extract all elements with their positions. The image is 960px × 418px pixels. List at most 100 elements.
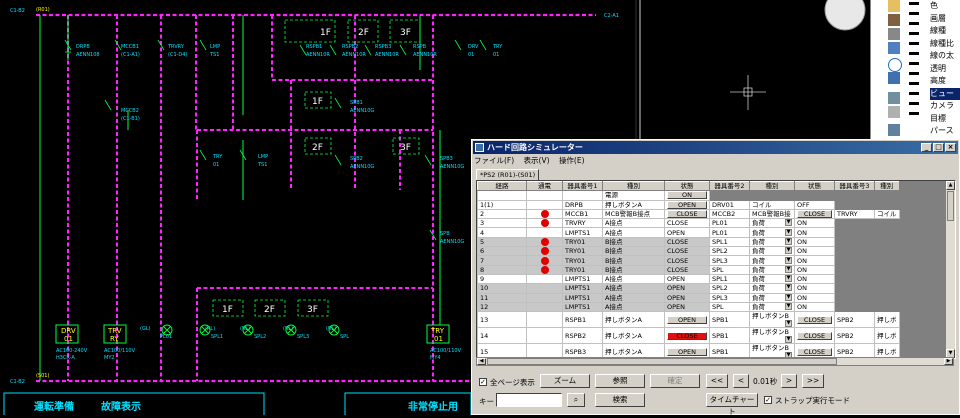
zoom-button[interactable]: ズーム [540, 374, 590, 388]
vertical-scrollbar[interactable]: ▲ ▼ [946, 181, 955, 358]
cell-kind2[interactable]: 負荷 ▼ [749, 255, 795, 266]
view-icon[interactable] [888, 92, 900, 104]
brush-icon[interactable] [888, 14, 900, 26]
grid-row[interactable]: 4 LMPTS1 A接点 OPEN PL01 負荷 ▼ ON [477, 227, 900, 238]
dropdown-arrow-icon[interactable]: ▼ [785, 320, 792, 327]
grid-row[interactable]: 6 TRY01 B接点 CLOSE SPL2 負荷 ▼ ON [477, 246, 900, 257]
prop-transparency[interactable]: 透明 [930, 63, 960, 76]
prop-color[interactable]: 色 [930, 0, 960, 13]
compass-icon[interactable] [888, 72, 900, 84]
prop-view[interactable]: ビュー [930, 87, 960, 100]
col-device3[interactable]: 器具番号3 [834, 181, 875, 192]
cell-kind2[interactable]: 負荷 ▼ [749, 273, 795, 285]
cell-kind2[interactable]: 負荷 ▼ [749, 301, 795, 313]
next-fast-button[interactable]: >> [802, 374, 824, 388]
maximize-button[interactable]: □ [933, 143, 944, 152]
cell-state1-button[interactable]: ON [667, 191, 707, 200]
dropdown-arrow-icon[interactable]: ▼ [785, 219, 792, 227]
cell-kind2[interactable]: 負荷 ▼ [749, 218, 795, 229]
prop-perspective[interactable]: パース [930, 125, 960, 138]
col-route[interactable]: 経路 [477, 181, 527, 192]
prop-camera[interactable]: カメラ [930, 100, 960, 113]
dropdown-arrow-icon[interactable]: ▼ [785, 275, 792, 283]
grid-row[interactable]: 10 LMPTS1 A接点 OPEN SPL2 負荷 ▼ ON [477, 283, 900, 294]
dropdown-arrow-icon[interactable]: ▼ [785, 247, 792, 255]
prop-linetype[interactable]: 線種 [930, 25, 960, 38]
col-state1[interactable]: 状態 [664, 181, 710, 192]
pen-icon[interactable] [888, 28, 900, 40]
grid-row[interactable]: 14 RSPB2 押しボタンA CLOSE SPB1 押しボタンB ▼ CLOSE SPB2 押し… [477, 327, 900, 345]
grid-row[interactable]: 13 RSPB1 押しボタンA OPEN SPB1 押しボタンB ▼ CLOSE SPB2 押しボ [477, 311, 900, 329]
scroll-thumb[interactable] [947, 191, 954, 221]
title-bar[interactable]: ハード回路シミュレーター _ □ × [473, 141, 958, 154]
prop-layer[interactable]: 画層 [930, 13, 960, 26]
grid-row[interactable]: 8 TRY01 B接点 CLOSE SPL 負荷 ▼ ON [477, 264, 900, 275]
cell-kind2[interactable]: 負荷 ▼ [749, 227, 795, 238]
cell-kind2[interactable]: 負荷 ▼ [749, 283, 795, 294]
col-device2[interactable]: 器具番号2 [709, 181, 750, 192]
grid-row[interactable]: 3 TRVRY A接点 CLOSE PL01 負荷 ▼ ON [477, 218, 900, 229]
cell-state2[interactable]: CLOSE [794, 327, 835, 345]
grid-row[interactable]: 2 MCCB1 MCB警報B接点 CLOSE MCCB2 MCB警報B接 CLOSE TRVR… [477, 208, 900, 220]
scroll-up-arrow-icon[interactable]: ▲ [946, 181, 955, 190]
cell-kind2[interactable]: 押しボタンB ▼ [749, 311, 795, 329]
col-energized[interactable]: 通電 [526, 181, 563, 192]
cell-state1-button[interactable]: OPEN [667, 315, 707, 324]
grid-row[interactable]: 1(1) DRPB 押しボタンA OPEN DRV01 コイル OFF [477, 199, 900, 210]
menu-file[interactable]: ファイル(F) [474, 156, 514, 165]
grid-row[interactable]: 7 TRY01 B接点 CLOSE SPL3 負荷 ▼ ON [477, 255, 900, 266]
dropdown-arrow-icon[interactable]: ▼ [785, 284, 792, 292]
next-button[interactable]: > [781, 374, 797, 388]
prop-elevation[interactable]: 高度 [930, 75, 960, 88]
dropdown-arrow-icon[interactable]: ▼ [785, 303, 792, 310]
dropdown-arrow-icon[interactable]: ▼ [785, 238, 792, 245]
cell-state1[interactable]: OPEN [664, 311, 710, 329]
prev-button[interactable]: < [733, 374, 749, 388]
cell-state1[interactable]: OPEN [664, 199, 710, 210]
search-button[interactable]: 検索 [595, 393, 645, 407]
cell-kind2[interactable]: コイル [749, 199, 795, 210]
confirm-button[interactable]: 確定 [650, 374, 700, 388]
cell-kind2[interactable]: 押しボタンB ▼ [749, 327, 795, 345]
close-button[interactable]: × [945, 143, 956, 152]
prop-linetype-scale[interactable]: 線種比 [930, 38, 960, 51]
key-picker-icon[interactable]: ⌕ [567, 393, 585, 407]
dropdown-arrow-icon[interactable]: ▼ [785, 294, 792, 301]
dropdown-arrow-icon[interactable]: ▼ [785, 229, 792, 236]
col-state2[interactable]: 状態 [794, 181, 835, 192]
dropdown-arrow-icon[interactable]: ▼ [785, 256, 792, 264]
cell-kind2[interactable]: 負荷 ▼ [749, 246, 795, 257]
grid-row[interactable]: 12 LMPTS1 A接点 OPEN SPL 負荷 ▼ ON [477, 301, 900, 313]
cell-kind2[interactable]: 負荷 ▼ [749, 236, 795, 248]
rotate-icon[interactable] [888, 58, 902, 72]
grid-row[interactable]: 5 TRY01 B接点 CLOSE SPL1 負荷 ▼ ON [477, 236, 900, 248]
cell-state1[interactable]: ON [664, 190, 710, 201]
cell-state2-button[interactable]: CLOSE [797, 331, 832, 340]
hscroll-thumb[interactable] [487, 358, 837, 365]
cell-kind2[interactable]: 負荷 ▼ [749, 264, 795, 275]
col-kind3[interactable]: 種別 [874, 181, 900, 192]
cell-state2-button[interactable]: CLOSE [797, 347, 832, 356]
scroll-left-arrow-icon[interactable]: ◀ [477, 358, 486, 365]
horizontal-scrollbar[interactable]: ◀ ▶ [476, 357, 954, 366]
cell-state2-button[interactable]: CLOSE [797, 315, 832, 324]
strap-mode-checkbox[interactable]: ✓ [764, 396, 772, 404]
cell-state1-button[interactable]: OPEN [667, 201, 707, 209]
cell-state2[interactable]: CLOSE [794, 208, 835, 220]
dropdown-arrow-icon[interactable]: ▼ [785, 336, 792, 343]
col-device1[interactable]: 器具番号1 [562, 181, 603, 192]
minimize-button[interactable]: _ [921, 143, 932, 152]
zoom-icon[interactable] [888, 106, 900, 118]
cell-state1-button[interactable]: CLOSE [667, 331, 707, 340]
cell-state1[interactable]: CLOSE [664, 208, 710, 220]
time-chart-button[interactable]: タイムチャート [706, 393, 758, 416]
dropdown-arrow-icon[interactable]: ▼ [785, 266, 792, 273]
cell-state1-button[interactable]: OPEN [667, 347, 707, 356]
grid-row[interactable]: 9 LMPTS1 A接点 OPEN SPL1 負荷 ▼ ON [477, 273, 900, 285]
prev-fast-button[interactable]: << [706, 374, 728, 388]
tool-icon[interactable] [888, 0, 900, 12]
cell-state1[interactable]: CLOSE [664, 327, 710, 345]
col-kind2[interactable]: 種別 [749, 181, 795, 192]
grid-row[interactable]: 11 LMPTS1 A接点 OPEN SPL3 負荷 ▼ ON [477, 292, 900, 303]
show-all-pages-checkbox[interactable]: ✓ [479, 378, 487, 386]
